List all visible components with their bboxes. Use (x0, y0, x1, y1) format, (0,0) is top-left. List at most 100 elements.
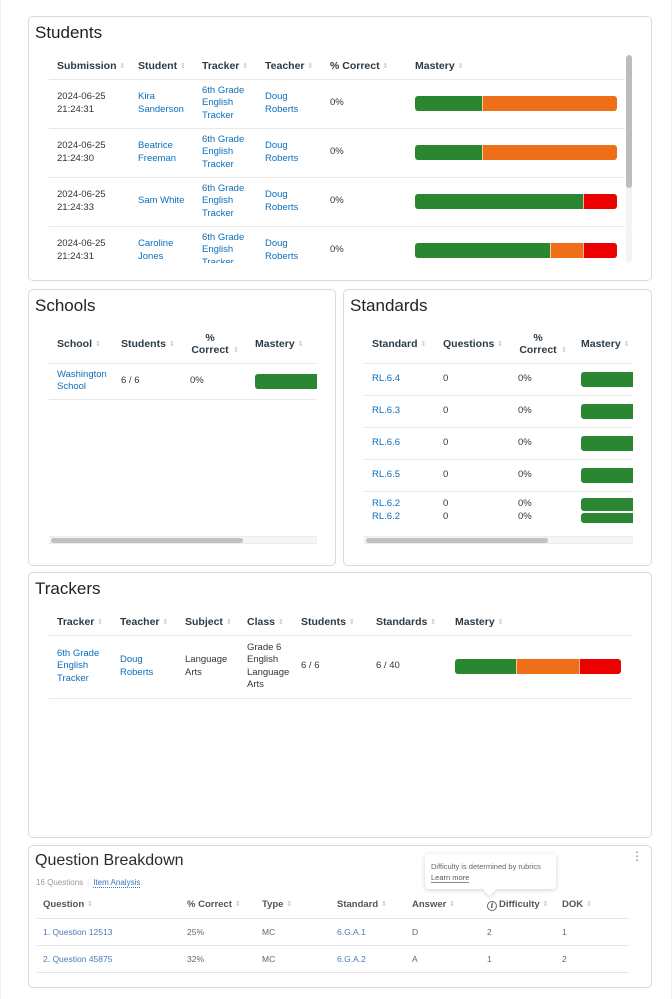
col-student[interactable]: Student ⇕ (130, 53, 194, 80)
standard-link[interactable]: RL.6.3 (364, 395, 435, 428)
col-correct[interactable]: % Correct ⇕ (322, 53, 407, 80)
question-link-text[interactable]: 1. Question 12513 (43, 927, 112, 937)
col-correct[interactable]: % Correct ⇕ (181, 892, 256, 919)
col-mastery[interactable]: Mastery ⇕ (573, 326, 633, 364)
school-link-text[interactable]: Washington School (57, 369, 107, 393)
col-standard[interactable]: Standard ⇕ (331, 892, 406, 919)
teacher-link-text[interactable]: Doug Roberts (265, 238, 298, 262)
teacher-link-text[interactable]: Doug Roberts (120, 654, 153, 678)
difficulty: 1 (481, 945, 556, 973)
submission-date: 2024-06-25 (57, 238, 106, 249)
item-analysis-link[interactable]: Item Analysis (93, 878, 141, 888)
teacher-link[interactable]: Doug Roberts (257, 226, 322, 263)
standard-link-text[interactable]: RL.6.5 (372, 469, 427, 482)
teacher-link[interactable]: Doug Roberts (257, 128, 322, 178)
col-question[interactable]: Question ⇕ (37, 892, 181, 919)
sort-icon: ⇕ (225, 618, 232, 626)
teacher-link[interactable]: Doug Roberts (257, 79, 322, 129)
more-options-icon[interactable]: ⋮ (631, 850, 643, 862)
col-students[interactable]: Students ⇕ (113, 326, 182, 364)
col-correct[interactable]: % Correct ⇕ (510, 326, 573, 364)
col-teacher[interactable]: Teacher ⇕ (257, 53, 322, 80)
standards-horizontal-scrollbar[interactable] (364, 536, 633, 544)
school-row: Washington School 6 / 6 0% (49, 363, 317, 400)
col-mastery[interactable]: Mastery ⇕ (407, 53, 625, 80)
student-row: 2024-06-25 21:24:31 Caroline Jones 6th Grad… (49, 226, 625, 263)
col-type[interactable]: Type ⇕ (256, 892, 331, 919)
mastery-bar (581, 467, 633, 483)
percent-correct: 0% (182, 363, 247, 400)
scrollbar-thumb[interactable] (51, 538, 243, 543)
tracker-link-text[interactable]: 6th Grade English Tracker (202, 232, 244, 263)
tracker-link[interactable]: 6th Grade English Tracker (194, 177, 257, 227)
standard-link[interactable]: 6.G.A.2 (331, 945, 406, 973)
teacher-link-text[interactable]: Doug Roberts (265, 140, 298, 164)
student-link-text[interactable]: Kira Sanderson (138, 91, 184, 115)
col-submission[interactable]: Submission ⇕ (49, 53, 130, 80)
percent-correct-text: 0% (518, 436, 532, 448)
standard-link-text[interactable]: RL.6.2 (372, 498, 427, 511)
standard-link[interactable]: 6.G.A.1 (331, 918, 406, 946)
questions-count-text: 0 (443, 498, 449, 509)
standard-link-text[interactable]: RL.6.6 (372, 437, 427, 450)
tracker-link-text[interactable]: 6th Grade English Tracker (202, 134, 244, 170)
question-link[interactable]: 2. Question 45875 (37, 945, 181, 973)
student-link-text[interactable]: Beatrice Freeman (138, 140, 176, 164)
teacher-link[interactable]: Doug Roberts (112, 635, 177, 699)
trackers-table: Tracker ⇕ Teacher ⇕ Subject ⇕ Class ⇕ Studen… (49, 609, 633, 699)
col-tracker[interactable]: Tracker ⇕ (49, 609, 112, 636)
standard-link-text[interactable]: 6.G.A.2 (337, 954, 366, 964)
mastery-segment-green (415, 96, 482, 111)
scrollbar-thumb[interactable] (366, 538, 548, 543)
tracker-link-text[interactable]: 6th Grade English Tracker (202, 85, 244, 121)
question-link-text[interactable]: 2. Question 45875 (43, 954, 112, 964)
col-mastery[interactable]: Mastery ⇕ (447, 609, 633, 636)
col-correct[interactable]: % Correct ⇕ (182, 326, 247, 364)
standard-link-text[interactable]: 6.G.A.1 (337, 927, 366, 937)
standard-link-text[interactable]: RL.6.2 (372, 511, 427, 524)
col-difficulty[interactable]: i Difficulty ⇕ (481, 892, 556, 919)
students-vertical-scrollbar[interactable] (626, 55, 632, 263)
school-link[interactable]: Washington School (49, 363, 113, 400)
col-tracker[interactable]: Tracker ⇕ (194, 53, 257, 80)
col-answer[interactable]: Answer ⇕ (406, 892, 481, 919)
schools-horizontal-scrollbar[interactable] (49, 536, 317, 544)
standard-link[interactable]: RL.6.6 (364, 427, 435, 460)
standard-link[interactable]: RL.6.4 (364, 363, 435, 396)
col-standard[interactable]: Standard ⇕ (364, 326, 435, 364)
learn-more-link[interactable]: Learn more (431, 873, 470, 883)
standard-link-text[interactable]: RL.6.4 (372, 373, 427, 386)
col-school[interactable]: School ⇕ (49, 326, 113, 364)
question-link[interactable]: 1. Question 12513 (37, 918, 181, 946)
scrollbar-thumb[interactable] (626, 55, 632, 188)
col-students[interactable]: Students ⇕ (293, 609, 368, 636)
student-link[interactable]: Sam White (130, 177, 194, 227)
tracker-link[interactable]: 6th Grade English Tracker (194, 128, 257, 178)
col-class[interactable]: Class ⇕ (239, 609, 293, 636)
col-questions[interactable]: Questions ⇕ (435, 326, 510, 364)
class-name-text: Grade 6 English Language Arts (247, 641, 290, 691)
teacher-link-text[interactable]: Doug Roberts (265, 91, 298, 115)
tracker-link[interactable]: 6th Grade English Tracker (194, 79, 257, 129)
col-mastery[interactable]: Mastery ⇕ (247, 326, 317, 364)
tracker-link-text[interactable]: 6th Grade English Tracker (202, 183, 244, 219)
tracker-link[interactable]: 6th Grade English Tracker (194, 226, 257, 263)
student-link[interactable]: Caroline Jones (130, 226, 194, 263)
col-standards[interactable]: Standards ⇕ (368, 609, 447, 636)
standard-link[interactable]: RL.6.2 RL.6.2 (364, 491, 435, 526)
student-link-text[interactable]: Caroline Jones (138, 238, 173, 262)
standard-link[interactable]: RL.6.5 (364, 459, 435, 492)
standard-link-text[interactable]: RL.6.3 (372, 405, 427, 418)
percent-correct: 0% (322, 79, 407, 129)
teacher-link[interactable]: Doug Roberts (257, 177, 322, 227)
col-teacher[interactable]: Teacher ⇕ (112, 609, 177, 636)
student-link-text[interactable]: Sam White (138, 195, 184, 206)
col-dok[interactable]: DOK ⇕ (556, 892, 629, 919)
col-subject[interactable]: Subject ⇕ (177, 609, 239, 636)
tracker-link[interactable]: 6th Grade English Tracker (49, 635, 112, 699)
student-link[interactable]: Beatrice Freeman (130, 128, 194, 178)
info-icon[interactable]: i (487, 900, 497, 911)
student-link[interactable]: Kira Sanderson (130, 79, 194, 129)
tracker-link-text[interactable]: 6th Grade English Tracker (57, 648, 99, 684)
teacher-link-text[interactable]: Doug Roberts (265, 189, 298, 213)
